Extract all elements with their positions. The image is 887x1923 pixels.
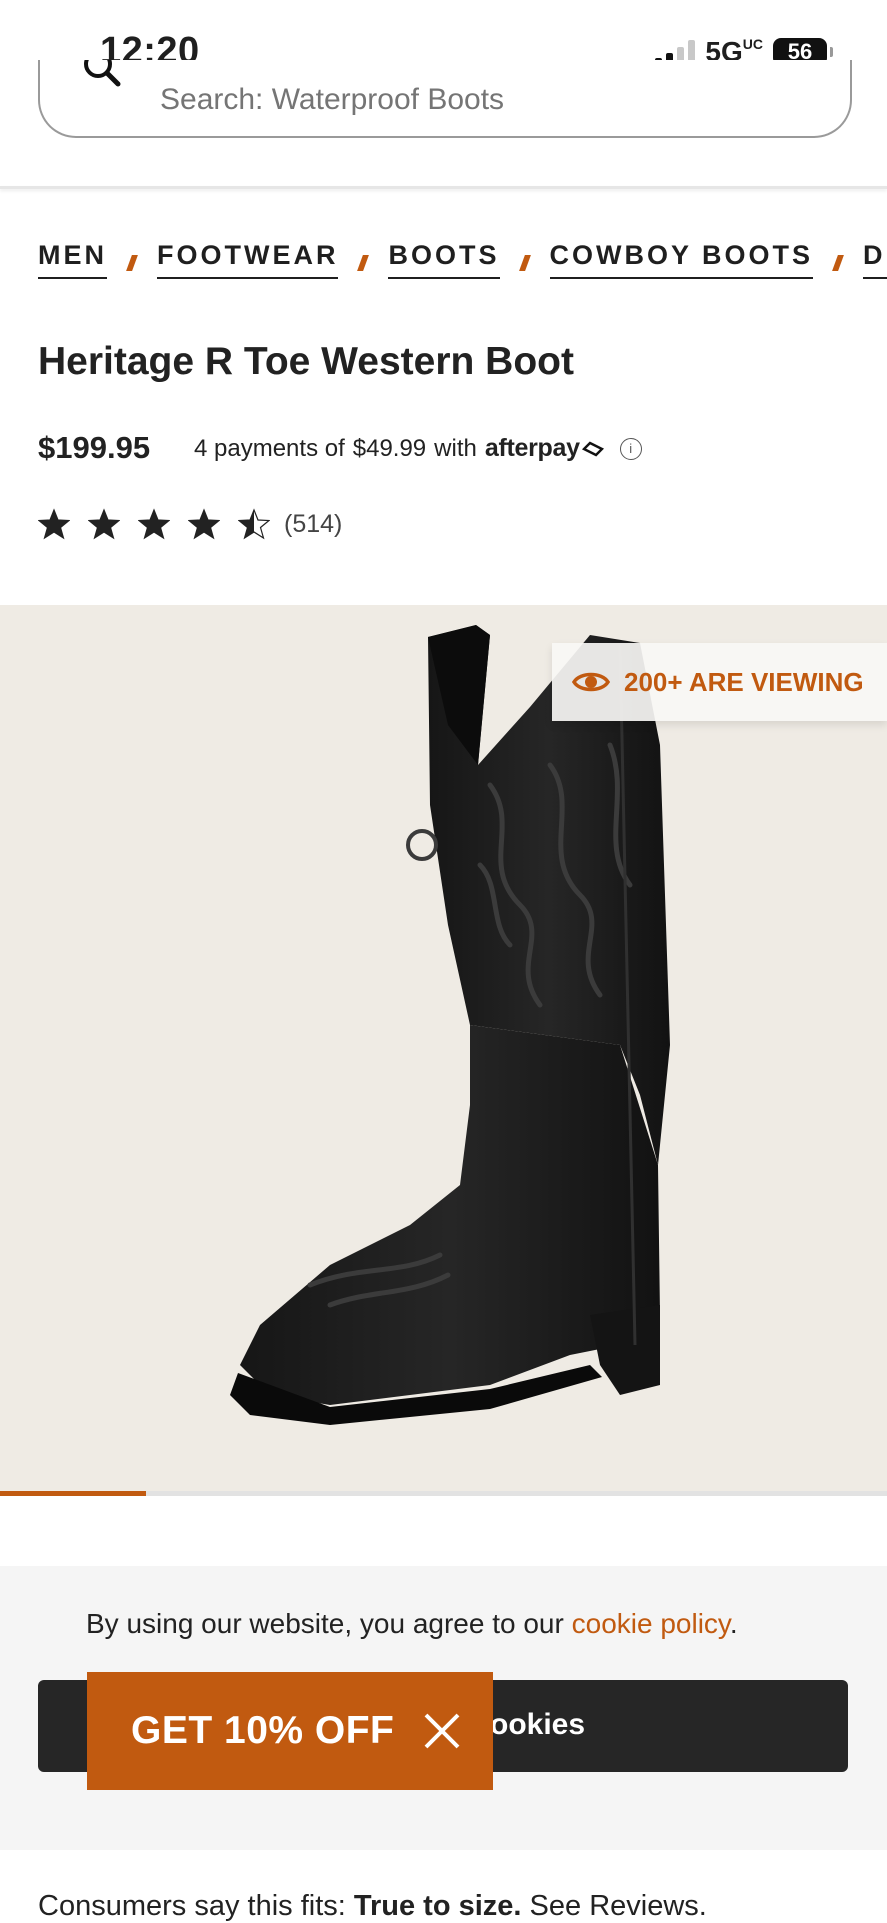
afterpay-installments: 4 payments of $49.99 with afterpay i bbox=[194, 434, 642, 463]
fit-value: True to size. bbox=[353, 1890, 522, 1922]
star-full-icon bbox=[88, 508, 120, 540]
breadcrumb-dress[interactable]: DRI bbox=[863, 240, 887, 279]
breadcrumb-separator bbox=[126, 254, 138, 271]
installment-prefix: 4 payments of bbox=[194, 434, 345, 462]
star-half-icon bbox=[238, 508, 270, 540]
review-count[interactable]: (514) bbox=[284, 510, 342, 539]
gallery-progress-fill bbox=[0, 1491, 147, 1496]
header-divider bbox=[0, 186, 887, 189]
rating[interactable]: (514) bbox=[38, 508, 342, 540]
accept-cookies-label: ookies bbox=[490, 1708, 586, 1741]
star-full-icon bbox=[38, 508, 70, 540]
star-full-icon bbox=[188, 508, 220, 540]
breadcrumb: MEN FOOTWEAR BOOTS COWBOY BOOTS DRI bbox=[38, 240, 887, 279]
viewing-badge: 200+ ARE VIEWING bbox=[552, 643, 887, 721]
gallery-progress bbox=[0, 1491, 887, 1496]
see-reviews-link[interactable]: See Reviews. bbox=[521, 1890, 707, 1922]
viewing-count: 200+ ARE VIEWING bbox=[624, 666, 864, 697]
search-icon[interactable] bbox=[82, 60, 122, 98]
close-icon[interactable] bbox=[423, 1712, 461, 1750]
afterpay-logo: afterpay bbox=[485, 434, 606, 463]
fit-summary: Consumers say this fits: True to size. S… bbox=[38, 1890, 707, 1922]
cookie-text: By using our website, you agree to our c… bbox=[86, 1608, 738, 1639]
breadcrumb-boots[interactable]: BOOTS bbox=[388, 240, 500, 279]
promo-label: GET 10% OFF bbox=[131, 1709, 395, 1752]
eye-icon bbox=[572, 672, 610, 692]
info-icon[interactable]: i bbox=[619, 437, 642, 460]
breadcrumb-separator bbox=[357, 254, 370, 271]
breadcrumb-footwear[interactable]: FOOTWEAR bbox=[157, 240, 339, 279]
product-image-gallery[interactable]: 200+ ARE VIEWING bbox=[0, 605, 887, 1495]
breadcrumb-separator bbox=[518, 254, 531, 271]
star-full-icon bbox=[138, 508, 170, 540]
search-input[interactable] bbox=[158, 82, 762, 118]
cookie-policy-link[interactable]: cookie policy bbox=[572, 1608, 730, 1639]
product-price: $199.95 bbox=[38, 430, 151, 465]
search-bar[interactable] bbox=[38, 60, 852, 138]
breadcrumb-men[interactable]: MEN bbox=[38, 240, 107, 279]
product-image-boot bbox=[230, 625, 670, 1425]
installment-with: with bbox=[434, 434, 477, 462]
breadcrumb-cowboy-boots[interactable]: COWBOY BOOTS bbox=[549, 240, 814, 279]
installment-amount: $49.99 bbox=[352, 434, 427, 462]
product-title: Heritage R Toe Western Boot bbox=[38, 340, 574, 383]
promo-banner[interactable]: GET 10% OFF bbox=[87, 1672, 493, 1790]
breadcrumb-separator bbox=[832, 254, 844, 271]
